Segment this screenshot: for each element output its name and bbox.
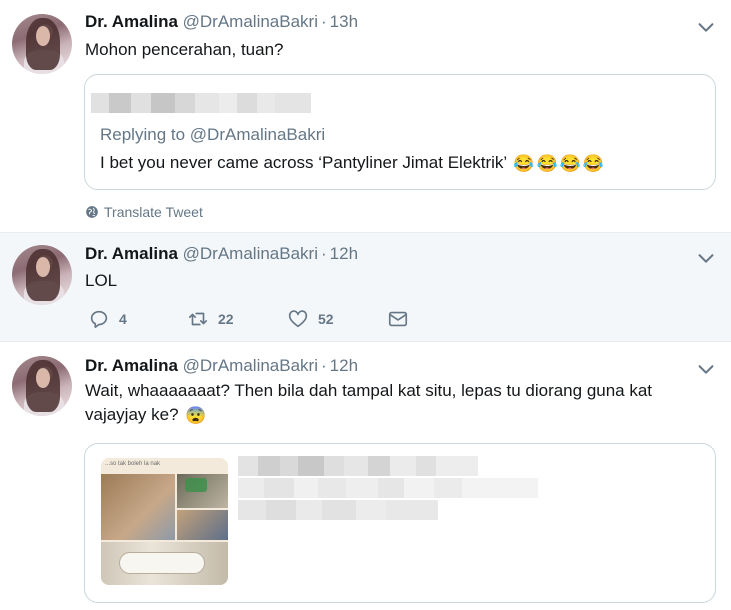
tweet-header: Dr. Amalina @DrAmalinaBakri · 13h [85, 12, 358, 32]
tweet-text: Mohon pencerahan, tuan? [85, 40, 284, 59]
tears-of-joy-emoji: 😂 [513, 154, 535, 173]
tears-of-joy-emoji: 😂 [559, 154, 581, 173]
timestamp[interactable]: 12h [330, 356, 358, 375]
translate-label: Translate Tweet [104, 204, 203, 220]
direct-message-button[interactable] [387, 308, 418, 330]
tweet-1[interactable]: Dr. Amalina @DrAmalinaBakri · 13h Mohon pe… [0, 0, 731, 232]
replying-handle[interactable]: @DrAmalinaBakri [190, 125, 325, 144]
card-thumbnail[interactable]: ...so tak boleh la nak [101, 458, 228, 585]
avatar[interactable] [12, 245, 72, 305]
blurred-author [91, 93, 311, 113]
separator-dot: · [321, 12, 327, 31]
heart-icon [288, 310, 308, 328]
replying-to: Replying to @DrAmalinaBakri [100, 125, 325, 145]
quoted-tweet[interactable]: Replying to @DrAmalinaBakri I bet you ne… [84, 74, 716, 190]
chevron-down-icon[interactable] [695, 247, 717, 269]
chevron-down-icon[interactable] [695, 358, 717, 380]
user-handle[interactable]: @DrAmalinaBakri [183, 356, 318, 375]
thumbnail-pantyliner [119, 552, 205, 574]
user-handle[interactable]: @DrAmalinaBakri [183, 12, 318, 31]
tweet-text-line-2: vajayjay ke? 😨 [85, 403, 685, 427]
reply-count: 4 [119, 311, 127, 327]
timestamp[interactable]: 12h [330, 244, 358, 263]
avatar[interactable] [12, 356, 72, 416]
replying-prefix: Replying to [100, 125, 186, 144]
tweet-header: Dr. Amalina @DrAmalinaBakri · 12h [85, 244, 358, 264]
avatar-face [36, 26, 50, 46]
thumbnail-caption: ...so tak boleh la nak [105, 461, 161, 467]
quoted-text-line: I bet you never came across ‘Pantyliner … [100, 153, 604, 173]
fearful-face-emoji: 😨 [185, 406, 207, 425]
avatar-face [36, 368, 50, 388]
thumbnail-photo [177, 510, 228, 540]
reply-button[interactable]: 4 [88, 308, 127, 330]
like-count: 52 [318, 311, 334, 327]
display-name[interactable]: Dr. Amalina [85, 244, 178, 263]
avatar[interactable] [12, 14, 72, 74]
translate-tweet-link[interactable]: Translate Tweet [85, 204, 203, 220]
blurred-card-title [238, 456, 478, 476]
envelope-icon [388, 311, 408, 327]
retweet-count: 22 [218, 311, 234, 327]
avatar-face [36, 257, 50, 277]
like-button[interactable]: 52 [287, 308, 334, 330]
retweet-button[interactable]: 22 [187, 308, 234, 330]
chevron-down-icon[interactable] [695, 16, 717, 38]
tweet-header: Dr. Amalina @DrAmalinaBakri · 12h [85, 356, 358, 376]
tweet-text-line-2-text: vajayjay ke? [85, 405, 179, 424]
tweet-3[interactable]: Dr. Amalina @DrAmalinaBakri · 12h Wait, wh… [0, 342, 731, 610]
separator-dot: · [321, 356, 327, 375]
tweet-2[interactable]: Dr. Amalina @DrAmalinaBakri · 12h LOL 4 22… [0, 232, 731, 342]
tears-of-joy-emoji: 😂 [536, 154, 558, 173]
blurred-card-description [238, 478, 538, 498]
tweet-text-line-1: Wait, whaaaaaaat? Then bila dah tampal k… [85, 381, 653, 400]
tweet-text: Wait, whaaaaaaat? Then bila dah tampal k… [85, 379, 685, 427]
timestamp[interactable]: 13h [330, 12, 358, 31]
tweet-text: LOL [85, 271, 118, 290]
thumbnail-photo [101, 474, 175, 540]
link-card[interactable]: ...so tak boleh la nak [84, 443, 716, 603]
quoted-text: I bet you never came across ‘Pantyliner … [100, 153, 507, 172]
display-name[interactable]: Dr. Amalina [85, 12, 178, 31]
display-name[interactable]: Dr. Amalina [85, 356, 178, 375]
tears-of-joy-emoji: 😂 [582, 154, 605, 173]
separator-dot: · [321, 244, 327, 263]
thumbnail-detail [185, 478, 207, 492]
globe-icon [86, 206, 98, 218]
blurred-card-domain [238, 500, 438, 520]
user-handle[interactable]: @DrAmalinaBakri [183, 244, 318, 263]
reply-icon [90, 310, 108, 329]
retweet-icon [188, 312, 208, 326]
